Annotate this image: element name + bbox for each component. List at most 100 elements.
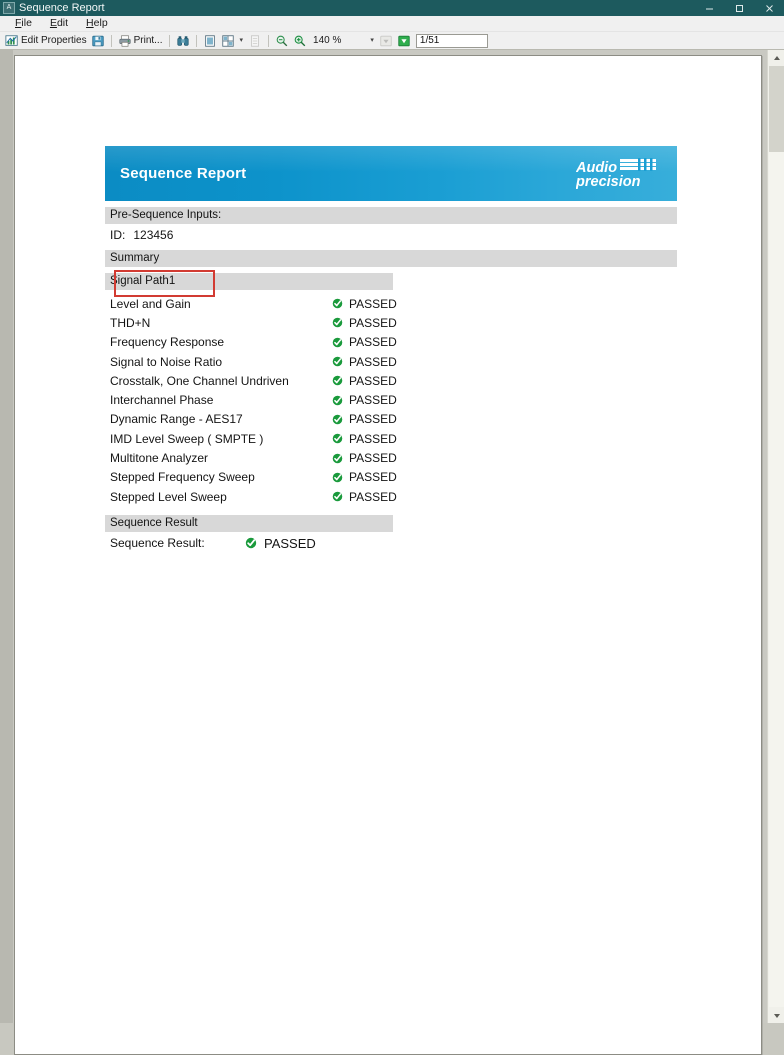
app-icon: A: [3, 2, 15, 14]
test-name: IMD Level Sweep ( SMPTE ): [110, 431, 264, 446]
vertical-scrollbar[interactable]: [767, 50, 784, 1023]
green-check-circle-icon: [332, 376, 343, 386]
table-row: Level and Gain PASSED: [105, 294, 677, 313]
find-button[interactable]: [174, 33, 192, 49]
test-name: Frequency Response: [110, 335, 225, 350]
fit-page-icon: [251, 34, 259, 47]
table-row: Signal to Noise Ratio PASSED: [105, 352, 677, 371]
single-page-view-button[interactable]: [201, 33, 219, 49]
section-summary: Summary: [105, 250, 677, 267]
report-title: Sequence Report: [120, 165, 247, 182]
status-text: PASSED: [349, 431, 397, 446]
previous-page-button[interactable]: [377, 33, 395, 49]
maximize-icon[interactable]: [724, 0, 754, 16]
status-badge: PASSED: [332, 412, 397, 426]
edit-properties-button[interactable]: Edit Properties: [3, 33, 89, 49]
status-text: PASSED: [349, 451, 397, 466]
green-check-circle-icon: [332, 472, 343, 483]
window-title: Sequence Report: [19, 2, 105, 14]
save-disk-icon: [91, 35, 104, 46]
toolbar-separator: [168, 34, 170, 47]
green-check-circle-icon: [332, 337, 343, 348]
close-icon[interactable]: [754, 0, 784, 16]
status-text: PASSED: [349, 470, 397, 485]
minimize-icon[interactable]: [694, 0, 724, 16]
status-text: PASSED: [349, 354, 397, 369]
save-button[interactable]: [89, 33, 107, 49]
zoom-level-value: 140 %: [313, 34, 342, 46]
zoom-in-button[interactable]: [291, 33, 309, 49]
status-text: PASSED: [349, 335, 397, 350]
table-row: Dynamic Range - AES17 PASSED: [105, 410, 677, 429]
status-badge: PASSED: [332, 355, 397, 369]
table-row: Multitone Analyzer PASSED: [105, 448, 677, 467]
sequence-result-value: PASSED: [264, 535, 316, 551]
print-button[interactable]: Print...: [116, 33, 165, 49]
menu-help[interactable]: Help: [77, 16, 117, 31]
multi-page-view-button[interactable]: [219, 33, 237, 49]
test-name: Interchannel Phase: [110, 393, 214, 408]
green-check-circle-icon: [332, 491, 343, 502]
section-signal-path: Signal Path1: [105, 273, 393, 290]
menubar: File Edit Help: [0, 16, 784, 32]
chart-properties-icon: [5, 34, 18, 46]
test-name: Signal to Noise Ratio: [110, 354, 223, 369]
scroll-thumb[interactable]: [769, 66, 784, 152]
toolbar-separator: [268, 34, 270, 47]
status-text: PASSED: [349, 412, 397, 427]
test-name: Stepped Frequency Sweep: [110, 470, 255, 485]
green-check-circle-icon: [332, 395, 343, 405]
green-check-circle-icon: [332, 318, 343, 328]
window-controls: [694, 0, 784, 16]
test-name: Level and Gain: [110, 296, 191, 311]
green-check-circle-icon: [332, 453, 343, 463]
section-pre-sequence-inputs: Pre-Sequence Inputs:: [105, 207, 677, 224]
next-page-icon: [398, 35, 410, 46]
id-value: 123456: [133, 228, 174, 242]
status-badge: PASSED: [332, 490, 397, 504]
table-row: Interchannel Phase PASSED: [105, 390, 677, 409]
menu-file[interactable]: File: [6, 16, 41, 31]
input-row-id: ID: 123456: [105, 224, 677, 246]
fit-page-button[interactable]: [246, 33, 264, 49]
test-name: Stepped Level Sweep: [110, 489, 227, 504]
previous-page-icon: [380, 35, 392, 46]
status-text: PASSED: [349, 315, 397, 330]
scroll-down-arrow-icon[interactable]: [768, 1008, 784, 1023]
printer-icon: [118, 34, 131, 47]
sequence-result-badge: PASSED: [245, 536, 316, 551]
green-check-circle-icon: [332, 414, 343, 425]
green-check-circle-icon: [332, 433, 343, 444]
scroll-up-arrow-icon[interactable]: [768, 50, 784, 65]
green-check-circle-icon: [332, 298, 343, 309]
next-page-button[interactable]: [395, 33, 413, 49]
status-text: PASSED: [349, 489, 397, 504]
zoom-chevron-down-icon[interactable]: ▾: [367, 34, 377, 48]
section-label: Pre-Sequence Inputs:: [110, 209, 222, 221]
sequence-result-row: Sequence Result: PASSED: [105, 532, 677, 554]
table-row: THD+N PASSED: [105, 313, 677, 332]
toolbar-separator: [195, 34, 197, 47]
binoculars-find-icon: [176, 35, 189, 46]
status-text: PASSED: [349, 373, 397, 388]
status-text: PASSED: [349, 393, 397, 408]
status-badge: PASSED: [332, 393, 397, 407]
report-page: Sequence Report Audio precision Pre-Sequ…: [14, 55, 762, 1055]
sequence-result-label: Sequence Result:: [110, 536, 205, 551]
viewer-canvas: Sequence Report Audio precision Pre-Sequ…: [0, 50, 784, 1055]
section-label: Sequence Result: [110, 517, 198, 530]
scroll-track[interactable]: [769, 152, 784, 1007]
status-badge: PASSED: [332, 297, 397, 311]
single-page-view-icon: [204, 34, 215, 47]
table-row: Frequency Response PASSED: [105, 333, 677, 352]
test-results-list: Level and Gain PASSED THD+N PASSED Frequ…: [105, 294, 677, 506]
zoom-out-button[interactable]: [273, 33, 291, 49]
page-number-input[interactable]: [415, 33, 488, 48]
table-row: Stepped Frequency Sweep PASSED: [105, 468, 677, 487]
sequence-report: Sequence Report Audio precision Pre-Sequ…: [105, 146, 677, 554]
id-label: ID:: [110, 228, 126, 242]
status-badge: PASSED: [332, 470, 397, 484]
multi-page-chevron-down-icon[interactable]: ▾: [237, 34, 247, 48]
menu-edit[interactable]: Edit: [41, 16, 77, 31]
green-check-circle-icon: [245, 538, 257, 549]
